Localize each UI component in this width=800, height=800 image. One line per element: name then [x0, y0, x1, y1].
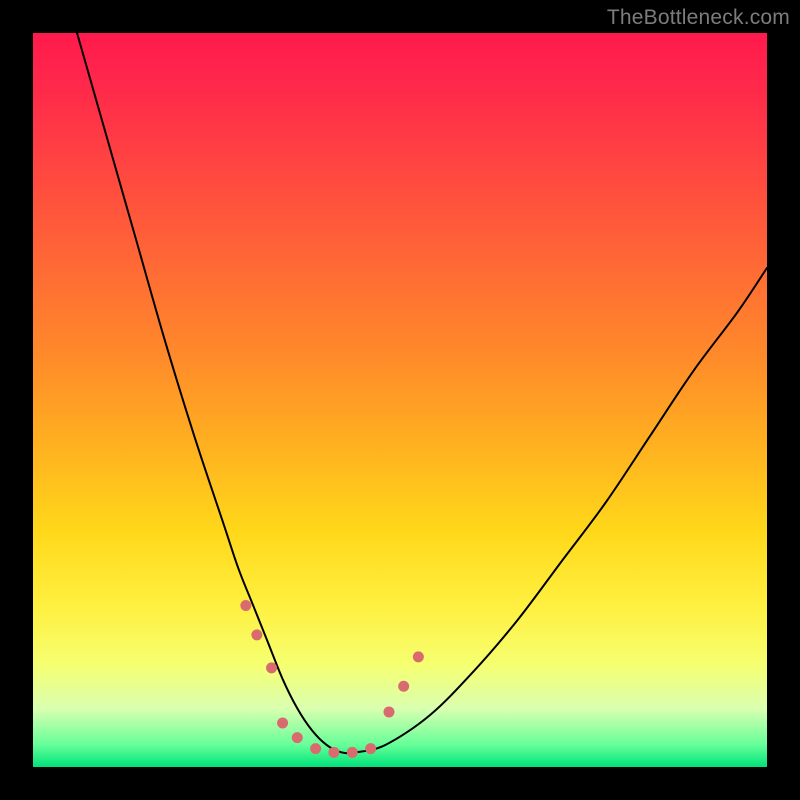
chart-svg: [33, 33, 767, 767]
marker-dot: [328, 747, 339, 758]
marker-dot: [277, 717, 288, 728]
marker-dot: [292, 732, 303, 743]
marker-dot: [347, 747, 358, 758]
bottleneck-curve: [77, 33, 767, 753]
marker-dot: [383, 706, 394, 717]
marker-dot: [365, 743, 376, 754]
marker-dot: [240, 600, 251, 611]
watermark-label: TheBottleneck.com: [607, 6, 790, 30]
marker-dot: [251, 629, 262, 640]
chart-stage: TheBottleneck.com: [0, 0, 800, 800]
marker-dots: [240, 600, 423, 758]
marker-dot: [310, 743, 321, 754]
marker-dot: [413, 651, 424, 662]
marker-dot: [266, 662, 277, 673]
plot-area: [33, 33, 767, 767]
marker-dot: [398, 681, 409, 692]
